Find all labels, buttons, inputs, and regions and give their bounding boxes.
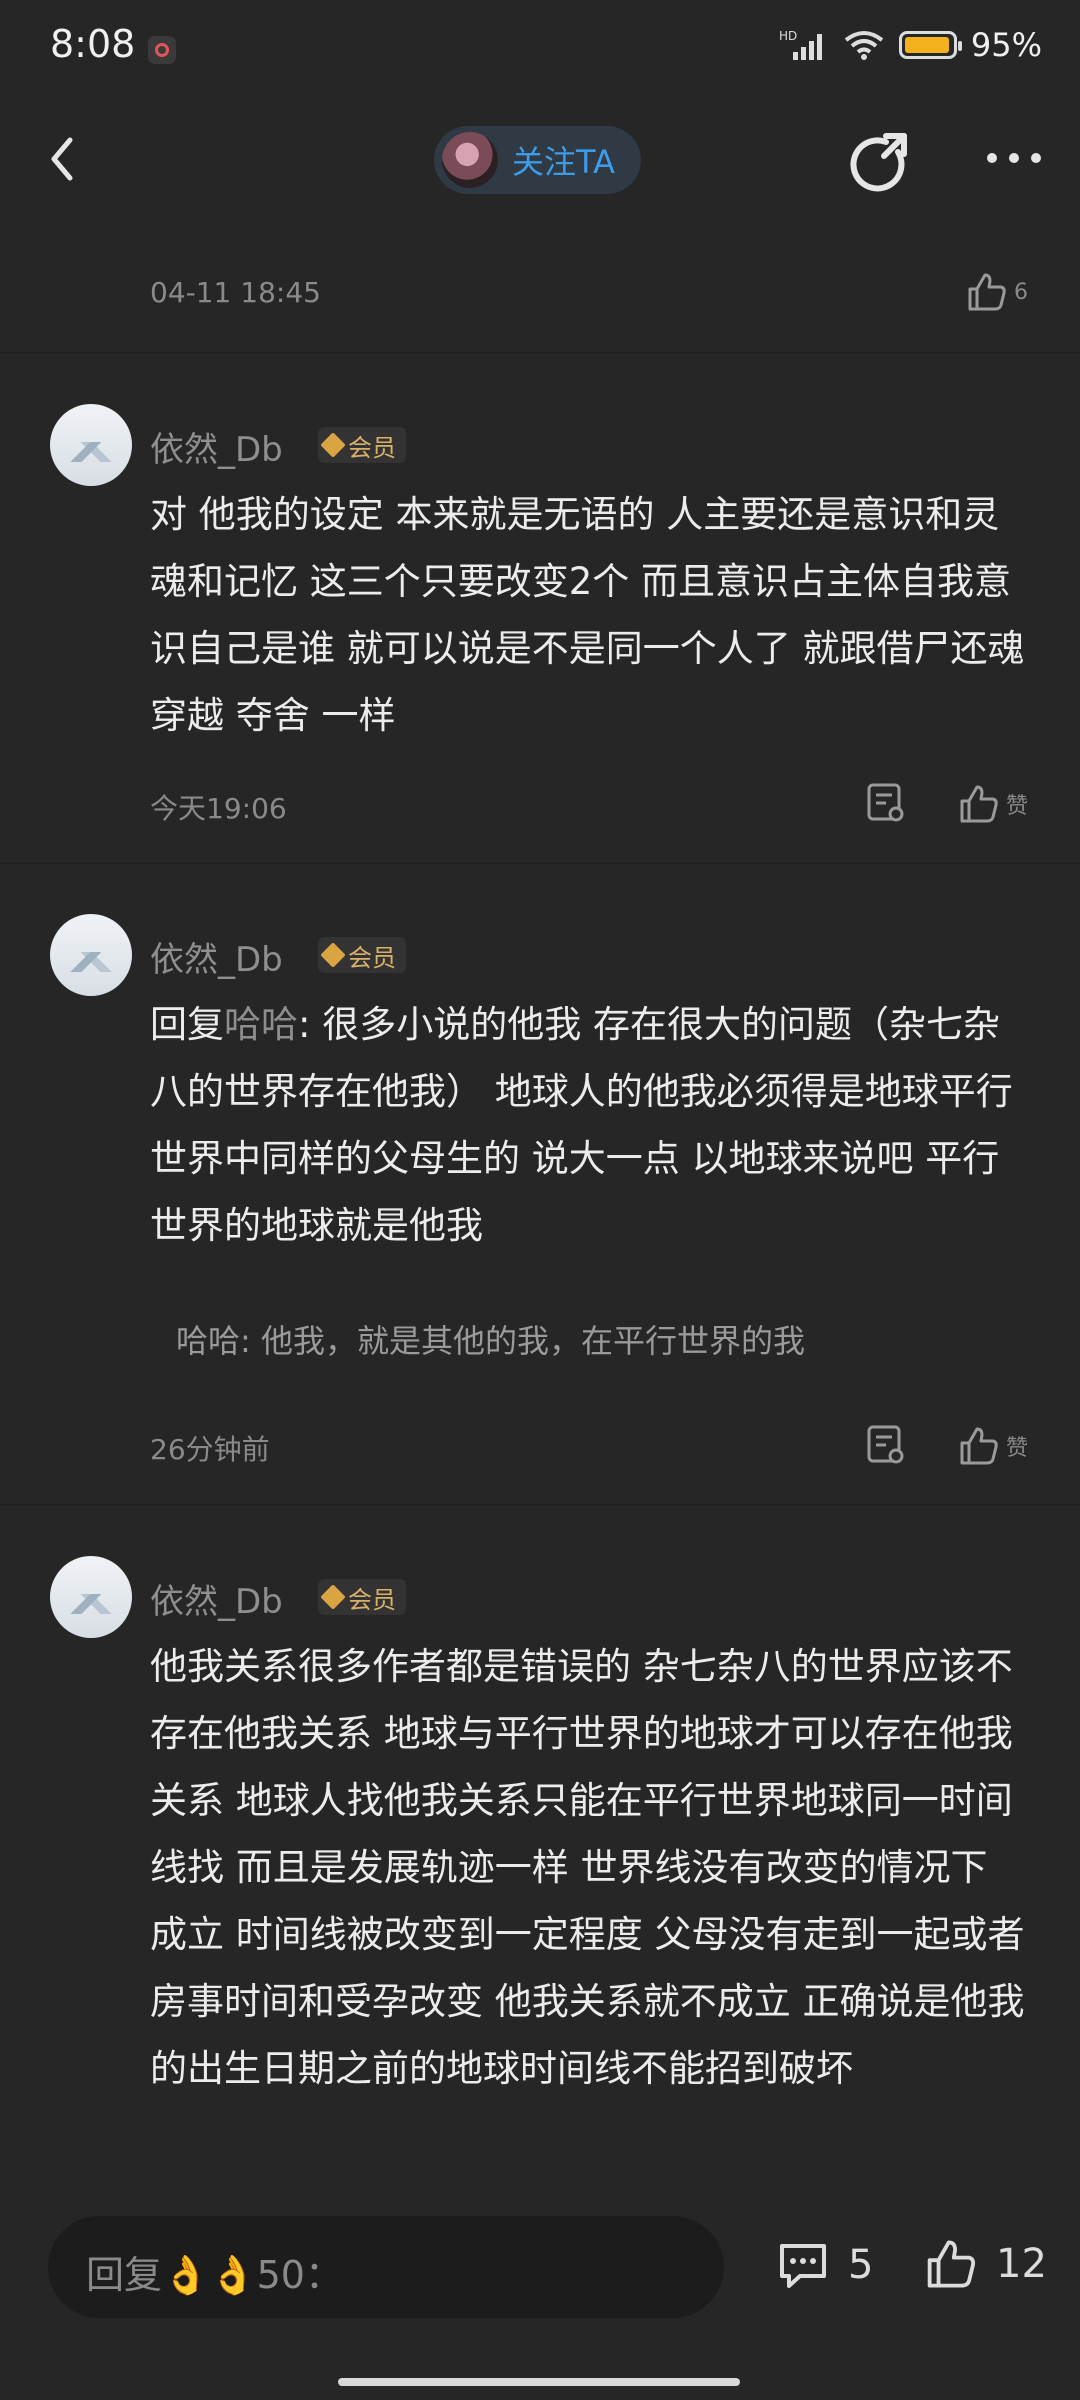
reply-placeholder: 回复👌👌50： [86, 2253, 343, 2297]
reply-icon[interactable] [866, 782, 906, 824]
username[interactable]: 依然_Db [150, 1574, 283, 1623]
like-button[interactable]: 6 [964, 270, 1028, 314]
system-indicators: HD 95% [779, 26, 1042, 64]
comment-count-button[interactable]: 5 [776, 2238, 873, 2292]
like-button[interactable]: 赞 [956, 782, 1028, 826]
comment-text[interactable]: 他我关系很多作者都是错误的 杂七杂八的世界应该不存在他我关系 地球与平行世界的地… [150, 1633, 1030, 2102]
vip-badge: 会员 [318, 427, 406, 463]
like-count: 12 [996, 2241, 1047, 2287]
battery-percent: 95% [970, 26, 1042, 64]
post-like-button[interactable]: 12 [922, 2236, 1047, 2292]
wifi-icon [844, 31, 884, 60]
like-label: 赞 [1006, 1436, 1029, 1461]
reply-prefix: 回复 [150, 1003, 224, 1046]
signal-icon: HD [779, 29, 822, 60]
comment-time: 今天19:06 [150, 792, 287, 825]
quote-author[interactable]: 哈哈 [176, 1322, 240, 1360]
username[interactable]: 依然_Db [150, 932, 283, 981]
vip-badge: 会员 [318, 937, 406, 973]
reply-input[interactable]: 回复👌👌50： [48, 2216, 724, 2318]
badge-icon [320, 1584, 346, 1610]
back-icon[interactable] [40, 134, 90, 184]
avatar[interactable] [50, 1556, 132, 1638]
svg-text:HD: HD [779, 29, 797, 43]
badge-icon [320, 432, 346, 458]
status-time: 8:08 [50, 22, 136, 66]
author-avatar [442, 132, 498, 188]
comment-time: 26分钟前 [150, 1433, 270, 1466]
thumbs-up-icon [968, 273, 1006, 311]
quoted-comment[interactable]: 哈哈: 他我，就是其他的我，在平行世界的我 [176, 1316, 805, 1362]
home-indicator[interactable] [338, 2378, 740, 2386]
thumbs-up-icon [960, 785, 998, 823]
mention-link[interactable]: 哈哈 [224, 1003, 298, 1046]
vip-badge: 会员 [318, 1579, 406, 1615]
like-label: 赞 [1006, 794, 1029, 819]
battery-icon [898, 31, 962, 59]
status-bar: 8:08 HD 95% [0, 0, 1080, 100]
thumbs-up-icon [927, 2240, 976, 2288]
bottom-action-bar: 回复👌👌50： 5 12 [0, 2174, 1080, 2400]
avatar[interactable] [50, 914, 132, 996]
divider [0, 862, 1080, 864]
comment-timestamp: 04-11 18:45 [150, 276, 321, 309]
comment-text[interactable]: 回复哈哈: 很多小说的他我 存在很大的问题（杂七杂八的世界存在他我） 地球人的他… [150, 991, 1030, 1259]
thumbs-up-icon [960, 1427, 998, 1465]
divider [0, 1504, 1080, 1506]
share-icon[interactable] [846, 130, 916, 200]
username[interactable]: 依然_Db [150, 422, 283, 471]
reply-icon[interactable] [866, 1424, 906, 1466]
like-button[interactable]: 赞 [956, 1424, 1028, 1468]
follow-button[interactable]: 关注TA [434, 126, 641, 194]
divider [0, 352, 1080, 354]
like-count: 6 [1014, 279, 1028, 305]
comment-text[interactable]: 对 他我的设定 本来就是无语的 人主要还是意识和灵魂和记忆 这三个只要改变2个 … [150, 481, 1030, 749]
avatar[interactable] [50, 404, 132, 486]
nav-bar: 关注TA [0, 110, 1080, 210]
comment-count: 5 [848, 2242, 874, 2288]
quote-text: : 他我，就是其他的我，在平行世界的我 [240, 1322, 805, 1360]
app-notification-icon [148, 36, 176, 64]
comment-icon [780, 2244, 826, 2288]
more-options-icon[interactable] [984, 148, 1044, 168]
follow-label: 关注TA [512, 143, 615, 181]
badge-icon [320, 942, 346, 968]
